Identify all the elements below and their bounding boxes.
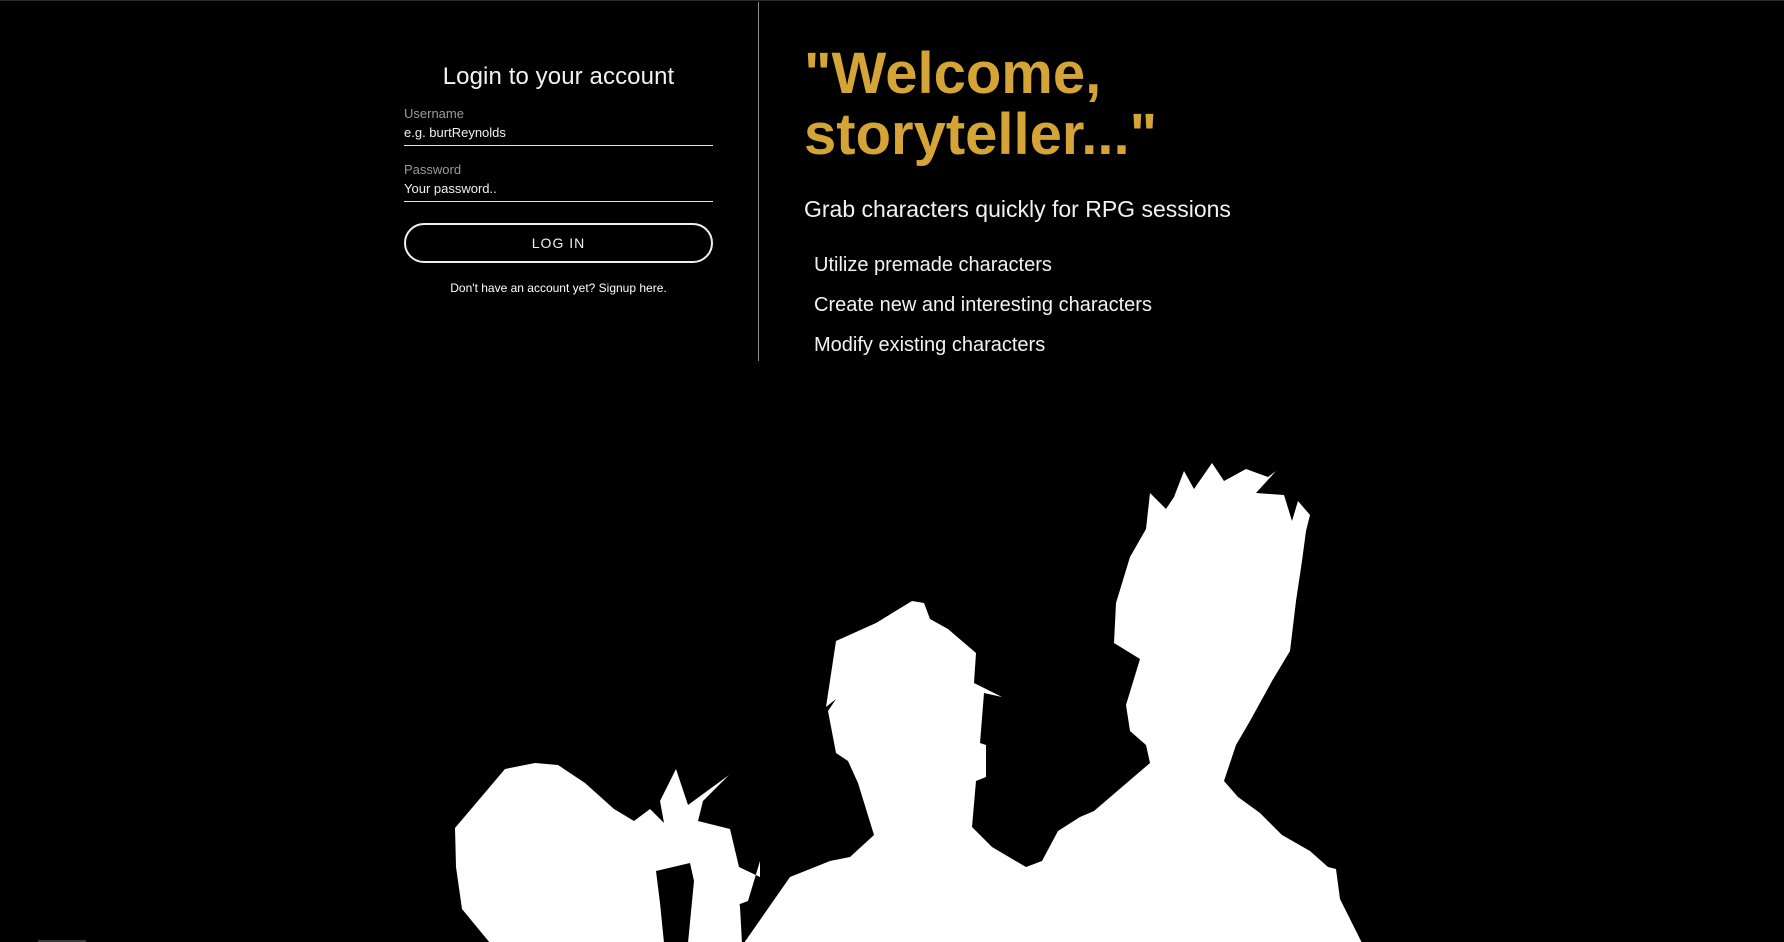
silhouette-left — [455, 763, 760, 942]
password-input[interactable] — [404, 177, 713, 197]
password-label: Password — [404, 162, 462, 177]
login-title: Login to your account — [442, 63, 675, 90]
silhouette-hand — [656, 859, 742, 942]
login-button[interactable]: LOG IN — [404, 223, 713, 263]
login-page: Login to your account Username Password … — [0, 0, 1784, 942]
signup-link[interactable]: Don't have an account yet? Signup here. — [450, 281, 666, 295]
silhouette-middle — [744, 463, 1362, 942]
username-field: Username — [404, 106, 713, 146]
feature-list: Utilize premade characters Create new an… — [814, 253, 1364, 373]
feature-item: Modify existing characters — [814, 334, 1046, 356]
welcome-panel: "Welcome, storyteller..." Grab character… — [804, 43, 1364, 373]
welcome-heading: "Welcome, storyteller..." — [804, 41, 1158, 167]
signup-prompt: Don't have an account yet? Signup here. — [404, 281, 713, 295]
panel-divider — [758, 2, 759, 361]
username-input[interactable] — [404, 121, 713, 141]
feature-item: Utilize premade characters — [814, 254, 1052, 276]
silhouette-phone-shadow — [656, 863, 694, 942]
welcome-subheading: Grab characters quickly for RPG sessions — [804, 196, 1231, 222]
username-label: Username — [404, 106, 464, 121]
login-panel: Login to your account Username Password … — [404, 63, 713, 295]
password-field: Password — [404, 162, 713, 202]
feature-item: Create new and interesting characters — [814, 294, 1152, 316]
